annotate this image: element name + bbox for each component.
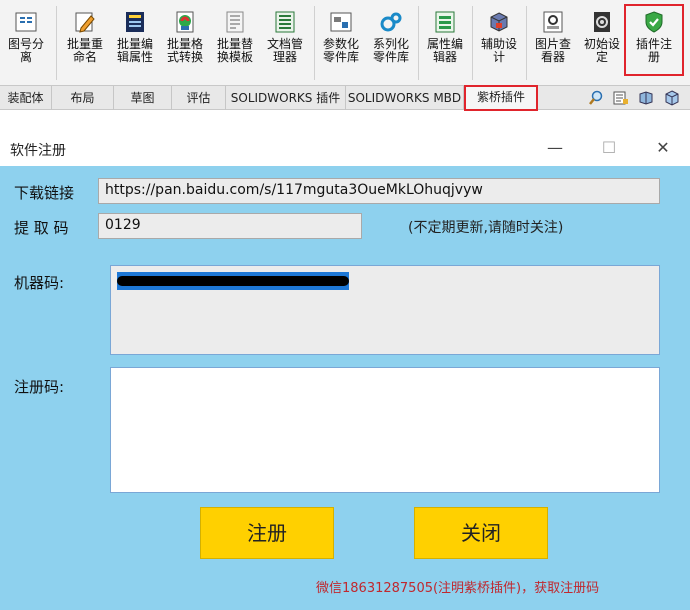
register-button[interactable]: 注册 — [200, 507, 334, 559]
drawing-split-icon — [14, 10, 38, 34]
document-manager-icon — [273, 10, 297, 34]
extract-code-field[interactable]: 0129 — [98, 213, 362, 239]
batch-format-convert-icon — [173, 10, 197, 34]
batch-format-convert-button[interactable]: 批量格 式转换 — [160, 6, 210, 78]
registration-form: 下载链接 https://pan.baidu.com/s/117mguta3Ou… — [0, 166, 690, 610]
batch-replace-template-button[interactable]: 批量替 换模板 — [210, 6, 260, 78]
parametric-parts-icon — [329, 10, 353, 34]
tab-solidworks-addins[interactable]: SOLIDWORKS 插件 — [226, 86, 346, 110]
minimize-button[interactable]: — — [532, 134, 578, 162]
registration-code-label: 注册码: — [14, 378, 65, 396]
view-cube-icon[interactable] — [664, 90, 680, 106]
tab-sketch[interactable]: 草图 — [114, 86, 172, 110]
plugin-register-button[interactable]: 插件注 册 — [624, 4, 684, 76]
zoom-icon[interactable] — [588, 90, 604, 106]
command-manager-tabs: 装配体 布局 草图 评估 SOLIDWORKS 插件 SOLIDWORKS MB… — [0, 85, 690, 111]
batch-edit-properties-icon — [123, 10, 147, 34]
initial-settings-icon — [590, 10, 614, 34]
parametric-parts-button[interactable]: 参数化 零件库 — [316, 6, 366, 78]
document-manager-button[interactable]: 文档管 理器 — [260, 6, 310, 78]
drawing-view-icon[interactable] — [613, 90, 629, 106]
plugin-register-shield-icon — [642, 10, 666, 34]
batch-replace-template-icon — [223, 10, 247, 34]
property-editor-icon — [433, 10, 457, 34]
download-link-label: 下载链接 — [14, 184, 75, 202]
assist-design-icon — [487, 10, 511, 34]
ribbon-separator — [314, 6, 315, 80]
tab-layout[interactable]: 布局 — [52, 86, 114, 110]
tab-solidworks-mbd[interactable]: SOLIDWORKS MBD — [346, 86, 464, 110]
update-note: (不定期更新,请随时关注) — [408, 220, 564, 236]
ribbon-separator — [526, 6, 527, 80]
machine-code-textarea[interactable] — [110, 265, 660, 355]
section-view-icon[interactable] — [638, 90, 654, 106]
close-button[interactable]: 关闭 — [414, 507, 548, 559]
series-parts-button[interactable]: 系列化 零件库 — [366, 6, 416, 78]
extract-code-label: 提 取 码 — [14, 219, 69, 237]
initial-settings-button[interactable]: 初始设 定 — [578, 6, 626, 78]
download-link-field[interactable]: https://pan.baidu.com/s/117mguta3OueMkLO… — [98, 178, 660, 204]
dialog-title: 软件注册 — [10, 143, 66, 159]
tab-ziqiao-plugin[interactable]: 紫桥插件 — [464, 85, 538, 111]
registration-code-textarea[interactable] — [110, 367, 660, 493]
series-parts-icon — [379, 10, 403, 34]
maximize-button[interactable]: ☐ — [586, 134, 632, 162]
drawing-split-button[interactable]: 图号分 离 — [2, 6, 50, 78]
batch-rename-button[interactable]: 批量重 命名 — [60, 6, 110, 78]
image-viewer-icon — [541, 10, 565, 34]
machine-code-redaction — [117, 276, 349, 286]
machine-code-label: 机器码: — [14, 274, 65, 292]
wechat-contact-note: 微信18631287505(注明紫桥插件)，获取注册码 — [316, 581, 600, 596]
ribbon-separator — [472, 6, 473, 80]
tab-assembly[interactable]: 装配体 — [0, 86, 52, 110]
tab-evaluate[interactable]: 评估 — [172, 86, 226, 110]
ribbon-separator — [418, 6, 419, 80]
image-viewer-button[interactable]: 图片查 看器 — [528, 6, 578, 78]
close-window-button[interactable]: ✕ — [640, 134, 686, 162]
property-editor-button[interactable]: 属性编 辑器 — [420, 6, 470, 78]
assist-design-button[interactable]: 辅助设 计 — [474, 6, 524, 78]
workspace-gap — [0, 111, 690, 130]
batch-edit-properties-button[interactable]: 批量编 辑属性 — [110, 6, 160, 78]
dialog-titlebar: 软件注册 — ☐ ✕ — [0, 130, 690, 166]
batch-rename-icon — [73, 10, 97, 34]
ribbon-toolbar: 图号分 离 批量重 命名 批量编 辑属性 批量格 式转换 批量替 换模板 文档管… — [0, 0, 690, 86]
ribbon-separator — [56, 6, 57, 80]
